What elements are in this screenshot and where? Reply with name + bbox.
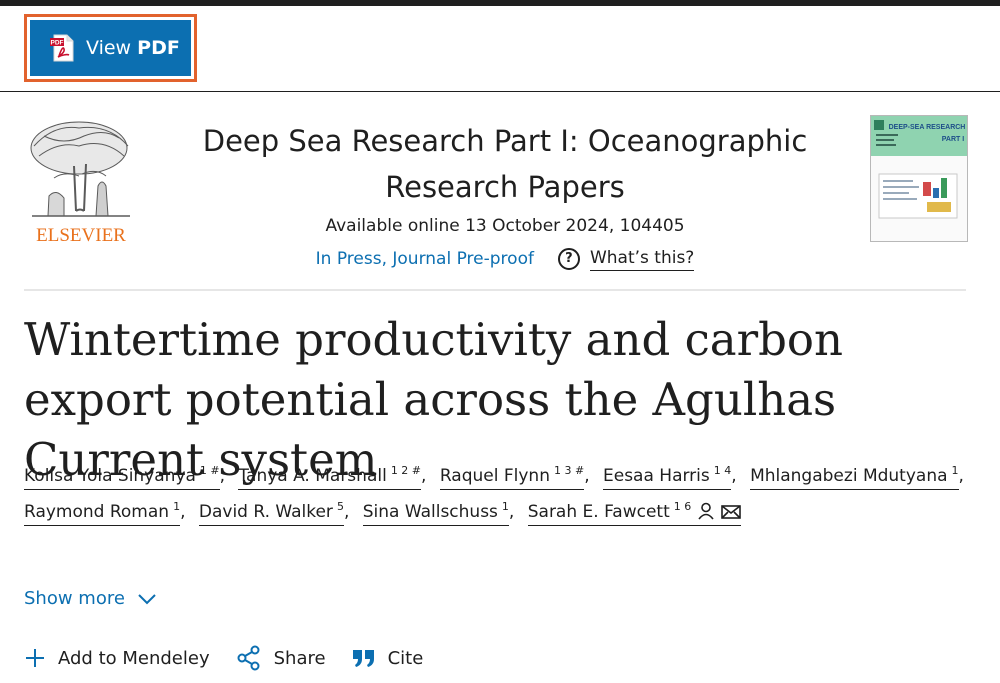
availability-text: Available online 13 October 2024, 104405 bbox=[325, 216, 685, 236]
author-list: Kolisa Yola Sinyanya 1 #, Tanya A. Marsha… bbox=[24, 458, 974, 530]
tree-icon: ELSEVIER bbox=[30, 121, 130, 246]
svg-text:ELSEVIER: ELSEVIER bbox=[36, 225, 126, 246]
article-actions: Add to Mendeley Share Cite bbox=[24, 645, 449, 671]
whats-this-label: What’s this? bbox=[589, 246, 695, 271]
share-icon bbox=[237, 645, 260, 671]
author-item[interactable]: Eesaa Harris 1 4, bbox=[603, 465, 745, 490]
elsevier-logo[interactable]: ELSEVIER bbox=[24, 116, 138, 246]
journal-title[interactable]: Deep Sea Research Part I: Oceanographic … bbox=[190, 118, 820, 210]
author-item[interactable]: Raymond Roman 1, bbox=[24, 501, 193, 526]
view-pdf-label: View PDF bbox=[86, 37, 180, 59]
cite-button[interactable]: Cite bbox=[352, 647, 424, 669]
cite-label: Cite bbox=[387, 647, 424, 669]
author-item-corresponding[interactable]: Sarah E. Fawcett 1 6 bbox=[527, 501, 750, 526]
svg-text:PART I: PART I bbox=[942, 136, 964, 143]
add-to-mendeley-button[interactable]: Add to Mendeley bbox=[24, 647, 210, 669]
help-icon: ? bbox=[557, 247, 580, 270]
author-item[interactable]: Mhlangabezi Mdutyana 1, bbox=[750, 465, 972, 490]
journal-header: Deep Sea Research Part I: Oceanographic … bbox=[190, 118, 820, 271]
plus-icon bbox=[26, 649, 44, 667]
whats-this-button[interactable]: ? What’s this? bbox=[557, 246, 695, 271]
share-button[interactable]: Share bbox=[236, 645, 326, 671]
view-pdf-button[interactable]: PDF View PDF bbox=[30, 20, 191, 76]
author-item[interactable]: Sina Wallschuss 1, bbox=[362, 501, 523, 526]
status-link[interactable]: In Press, Journal Pre-proof bbox=[316, 247, 534, 271]
journal-cover-thumbnail[interactable]: DEEP-SEA RESEARCH PART I bbox=[870, 115, 968, 242]
author-item[interactable]: Kolisa Yola Sinyanya 1 #, bbox=[24, 465, 233, 490]
pdf-icon: PDF bbox=[50, 34, 74, 62]
cover-image: DEEP-SEA RESEARCH PART I bbox=[871, 116, 967, 219]
author-item[interactable]: Tanya A. Marshall 1 2 #, bbox=[238, 465, 434, 490]
envelope-icon bbox=[721, 505, 742, 519]
chevron-down-icon bbox=[138, 593, 156, 604]
header-divider bbox=[24, 289, 966, 291]
add-to-mendeley-label: Add to Mendeley bbox=[58, 647, 210, 669]
svg-text:DEEP-SEA RESEARCH: DEEP-SEA RESEARCH bbox=[889, 124, 966, 131]
focus-ring: PDF View PDF bbox=[24, 14, 197, 82]
status-row: In Press, Journal Pre-proof ? What’s thi… bbox=[190, 246, 820, 271]
person-icon bbox=[698, 502, 714, 520]
svg-text:PDF: PDF bbox=[51, 40, 64, 47]
author-item[interactable]: David R. Walker 5, bbox=[198, 501, 357, 526]
share-label: Share bbox=[273, 647, 326, 669]
show-more-label: Show more bbox=[24, 588, 125, 609]
toolbar: PDF View PDF bbox=[0, 6, 1000, 92]
author-item[interactable]: Raquel Flynn 1 3 #, bbox=[439, 465, 598, 490]
show-more-button[interactable]: Show more bbox=[24, 588, 157, 609]
quote-icon bbox=[352, 650, 374, 667]
